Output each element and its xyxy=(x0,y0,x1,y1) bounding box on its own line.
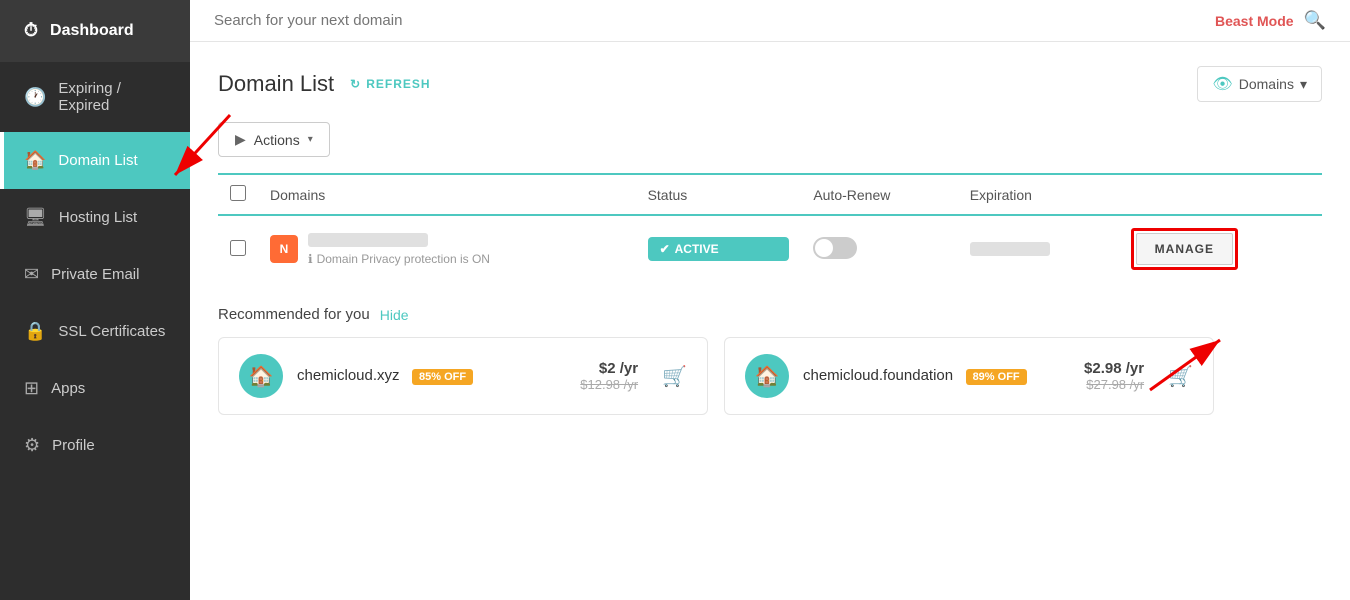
hosting-icon: 🖥 xyxy=(24,207,47,228)
status-cell: ✔ ACTIVE xyxy=(636,215,802,282)
domain-privacy: ℹ Domain Privacy protection is ON xyxy=(308,252,490,266)
status-badge: ✔ ACTIVE xyxy=(648,237,790,261)
sidebar-item-label: Profile xyxy=(52,437,95,454)
domain-list-title: Domain List ↻ REFRESH xyxy=(218,71,431,97)
rec-price-1: $2 /yr xyxy=(599,360,638,377)
caret-icon: ▾ xyxy=(308,134,313,145)
sidebar-item-private-email[interactable]: ✉ Private Email xyxy=(0,246,190,303)
sidebar-item-label: Apps xyxy=(51,380,85,397)
domain-name-placeholder xyxy=(308,233,428,247)
select-all-checkbox[interactable] xyxy=(230,185,246,201)
table-header-status: Status xyxy=(636,174,802,215)
ssl-icon: 🔒 xyxy=(24,321,46,342)
sidebar-item-hosting-list[interactable]: 🖥 Hosting List xyxy=(0,189,190,246)
rec-price-section-2: $2.98 /yr $27.98 /yr xyxy=(1084,360,1144,392)
expiration-cell xyxy=(958,215,1119,282)
profile-icon: ⚙ xyxy=(24,435,40,456)
rec-card-icon-2: 🏠 xyxy=(745,354,789,398)
sidebar-item-label: SSL Certificates xyxy=(58,323,165,340)
rec-card-info-1: chemicloud.xyz 85% OFF xyxy=(297,367,566,385)
table-header-domains: Domains xyxy=(258,174,636,215)
domain-table: Domains Status Auto-Renew Expiration N xyxy=(218,173,1322,282)
table-header-actions xyxy=(1119,174,1322,215)
search-button[interactable]: 🔍 xyxy=(1304,10,1326,31)
recommended-title: Recommended for you xyxy=(218,306,370,323)
search-bar: Beast Mode 🔍 xyxy=(190,0,1350,42)
actions-section: ▶ Actions ▾ xyxy=(218,122,1322,157)
refresh-button[interactable]: ↻ REFRESH xyxy=(350,77,430,91)
beast-mode-link[interactable]: Beast Mode xyxy=(1215,13,1294,29)
table-header-autorenew: Auto-Renew xyxy=(801,174,957,215)
actions-label: Actions xyxy=(254,132,300,148)
table-header-checkbox xyxy=(218,174,258,215)
sidebar-item-profile[interactable]: ⚙ Profile xyxy=(0,417,190,474)
apps-icon: ⊞ xyxy=(24,378,39,399)
cart-icon-1[interactable]: 🛒 xyxy=(662,364,687,389)
sidebar-item-ssl[interactable]: 🔒 SSL Certificates xyxy=(0,303,190,360)
sidebar-item-apps[interactable]: ⊞ Apps xyxy=(0,360,190,417)
sidebar-item-label: Dashboard xyxy=(50,22,134,40)
cart-icon-2[interactable]: 🛒 xyxy=(1168,364,1193,389)
rec-old-price-1: $12.98 /yr xyxy=(580,377,638,392)
domain-list-icon: 🏠 xyxy=(24,150,46,171)
expiring-icon: 🕐 xyxy=(24,87,46,108)
sidebar-item-label: Private Email xyxy=(51,266,139,283)
manage-button[interactable]: MANAGE xyxy=(1136,233,1233,265)
dashboard-icon: ⏱ xyxy=(24,20,38,41)
rec-card-2: 🏠 chemicloud.foundation 89% OFF $2.98 /y… xyxy=(724,337,1214,415)
sidebar-item-expiring[interactable]: 🕐 Expiring / Expired xyxy=(0,62,190,132)
info-icon: ℹ xyxy=(308,252,313,266)
privacy-text: Domain Privacy protection is ON xyxy=(317,252,490,266)
rec-card-1: 🏠 chemicloud.xyz 85% OFF $2 /yr $12.98 /… xyxy=(218,337,708,415)
table-row: N ℹ Domain Privacy protection is ON xyxy=(218,215,1322,282)
rec-old-price-2: $27.98 /yr xyxy=(1086,377,1144,392)
rec-price-2: $2.98 /yr xyxy=(1084,360,1144,377)
domain-name-cell: N ℹ Domain Privacy protection is ON xyxy=(270,233,624,266)
status-text: ACTIVE xyxy=(675,242,719,256)
rec-domain-1: chemicloud.xyz xyxy=(297,367,400,384)
table-header-expiration: Expiration xyxy=(958,174,1119,215)
domain-cell: N ℹ Domain Privacy protection is ON xyxy=(258,215,636,282)
domain-list-header: Domain List ↻ REFRESH 👁 Domains ▾ xyxy=(218,66,1322,102)
rec-badge-2: 89% OFF xyxy=(966,369,1027,385)
search-input[interactable] xyxy=(214,12,1215,29)
recommended-cards: 🏠 chemicloud.xyz 85% OFF $2 /yr $12.98 /… xyxy=(218,337,1322,415)
autorenew-toggle[interactable] xyxy=(813,237,857,259)
manage-cell: MANAGE xyxy=(1119,215,1322,282)
sidebar-item-domain-list[interactable]: 🏠 Domain List xyxy=(0,132,190,189)
domain-text-block: ℹ Domain Privacy protection is ON xyxy=(308,233,490,266)
domain-badge-icon: N xyxy=(270,235,298,263)
row-checkbox-cell xyxy=(218,215,258,282)
eye-icon: 👁 xyxy=(1212,74,1232,94)
sidebar-item-label: Expiring / Expired xyxy=(58,80,170,114)
recommended-header: Recommended for you Hide xyxy=(218,306,1322,323)
rec-card-info-2: chemicloud.foundation 89% OFF xyxy=(803,367,1070,385)
autorenew-cell xyxy=(801,215,957,282)
expiration-placeholder xyxy=(970,242,1050,256)
rec-badge-1: 85% OFF xyxy=(412,369,473,385)
sidebar-item-dashboard[interactable]: ⏱ Dashboard xyxy=(0,0,190,62)
checkmark-icon: ✔ xyxy=(660,242,670,256)
rec-card-icon-1: 🏠 xyxy=(239,354,283,398)
chevron-down-icon: ▾ xyxy=(1300,76,1307,93)
refresh-icon: ↻ xyxy=(350,77,361,91)
actions-button[interactable]: ▶ Actions ▾ xyxy=(218,122,330,157)
domains-dropdown[interactable]: 👁 Domains ▾ xyxy=(1197,66,1322,102)
sidebar: ⏱ Dashboard 🕐 Expiring / Expired 🏠 Domai… xyxy=(0,0,190,600)
sidebar-item-label: Hosting List xyxy=(59,209,137,226)
domains-dropdown-label: Domains xyxy=(1239,76,1294,92)
manage-btn-wrapper: MANAGE xyxy=(1131,228,1238,270)
row-checkbox[interactable] xyxy=(230,240,246,256)
play-icon: ▶ xyxy=(235,131,246,148)
main-content: Beast Mode 🔍 Domain List ↻ REFRESH 👁 Dom… xyxy=(190,0,1350,600)
page-title: Domain List xyxy=(218,71,334,97)
content-area: Domain List ↻ REFRESH 👁 Domains ▾ ▶ Acti… xyxy=(190,42,1350,600)
rec-domain-2: chemicloud.foundation xyxy=(803,367,953,384)
recommended-section: Recommended for you Hide 🏠 chemicloud.xy… xyxy=(218,306,1322,415)
hide-link[interactable]: Hide xyxy=(380,307,409,323)
rec-price-section-1: $2 /yr $12.98 /yr xyxy=(580,360,638,392)
email-icon: ✉ xyxy=(24,264,39,285)
refresh-label: REFRESH xyxy=(366,77,430,91)
sidebar-item-label: Domain List xyxy=(58,152,137,169)
